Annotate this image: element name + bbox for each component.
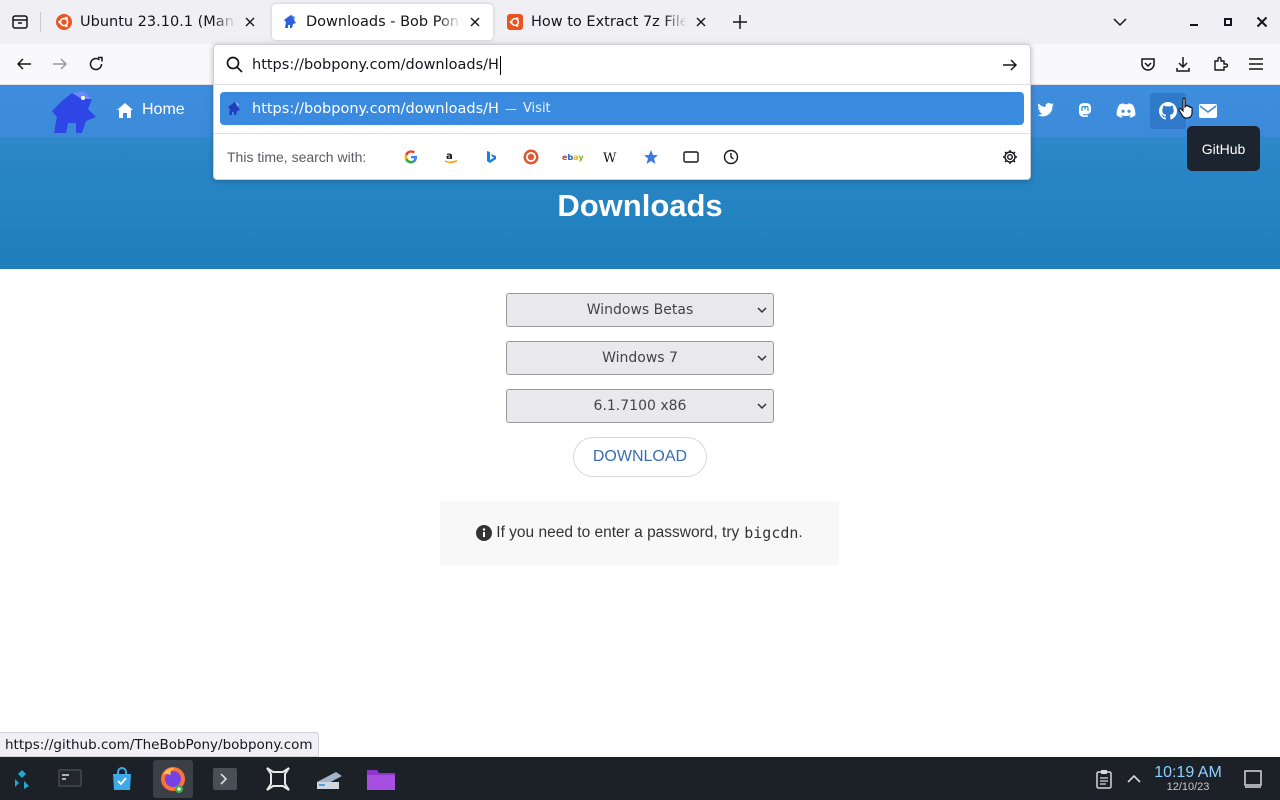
firefox-view-icon[interactable] <box>4 6 36 38</box>
info-text: If you need to enter a password, try <box>496 524 740 541</box>
clock-date[interactable]: 12/10/23 <box>1152 781 1224 793</box>
forward-button[interactable] <box>44 48 76 80</box>
system-tray-expand-icon[interactable] <box>1120 760 1148 798</box>
svg-text:a: a <box>446 151 453 162</box>
chevron-down-icon <box>757 401 767 411</box>
app-launcher-icon[interactable] <box>2 760 42 798</box>
search-engines-bar: This time, search with: a ebay W <box>214 133 1030 179</box>
close-tab-icon[interactable] <box>693 14 709 30</box>
tab-title: Downloads - Bob Pony <box>306 14 461 30</box>
urlbar <box>214 45 1030 85</box>
github-tooltip: GitHub <box>1187 126 1260 171</box>
extensions-icon[interactable] <box>1204 48 1236 80</box>
info-code: bigcdn <box>744 524 799 542</box>
build-select-value: 6.1.7100 x86 <box>593 398 687 414</box>
bing-icon[interactable] <box>482 148 500 166</box>
tab-title: How to Extract 7z Files in Ubuntu <box>531 14 687 30</box>
close-tab-icon[interactable] <box>242 14 258 30</box>
suggestion-url: https://bobpony.com/downloads/H <box>252 100 499 117</box>
tab-strip: Ubuntu 23.10.1 (Mantic Minotaur) Downloa… <box>0 0 1280 44</box>
suggestion-action: Visit <box>522 101 551 116</box>
clipboard-icon[interactable] <box>1087 760 1121 798</box>
search-icon <box>226 56 243 73</box>
category-select-value: Windows Betas <box>586 302 694 318</box>
duckduckgo-icon[interactable] <box>522 148 540 166</box>
list-all-tabs-icon[interactable] <box>1104 6 1136 38</box>
info-icon <box>476 525 493 541</box>
history-icon[interactable] <box>722 148 740 166</box>
nav-home-link[interactable]: Home <box>116 101 185 119</box>
bobpony-icon <box>282 14 298 30</box>
svg-text:W: W <box>603 151 617 164</box>
taskbar: 10:19 AM 12/10/23 <box>0 757 1280 800</box>
reload-button[interactable] <box>80 48 112 80</box>
close-window-icon[interactable] <box>1246 6 1278 38</box>
tab-downloads-bob-pony[interactable]: Downloads - Bob Pony <box>272 4 493 40</box>
terminal-icon[interactable] <box>205 760 245 798</box>
scanner-icon[interactable] <box>309 760 349 798</box>
amazon-icon[interactable]: a <box>442 148 460 166</box>
ebay-icon[interactable]: ebay <box>562 148 584 166</box>
go-arrow-icon[interactable] <box>1002 57 1018 73</box>
back-button[interactable] <box>8 48 40 80</box>
mail-icon[interactable] <box>1199 104 1217 118</box>
wikipedia-icon[interactable]: W <box>602 148 620 166</box>
maximize-icon[interactable] <box>1212 6 1244 38</box>
chevron-down-icon <box>757 305 767 315</box>
google-icon[interactable] <box>402 148 420 166</box>
ubuntu-icon <box>507 14 523 30</box>
password-info: If you need to enter a password, try big… <box>440 501 839 565</box>
ubuntu-icon <box>56 14 72 30</box>
search-settings-gear-icon[interactable] <box>1001 148 1019 166</box>
home-icon <box>116 102 134 119</box>
mouse-pointer-icon <box>1178 97 1196 119</box>
page-title: Downloads <box>557 188 723 223</box>
close-tab-icon[interactable] <box>467 14 483 30</box>
tab-title: Ubuntu 23.10.1 (Mantic Minotaur) <box>80 14 236 30</box>
tab-ubuntu[interactable]: Ubuntu 23.10.1 (Mantic Minotaur) <box>46 4 268 40</box>
screenshot-tool-icon[interactable] <box>258 760 298 798</box>
file-manager-icon[interactable] <box>361 760 401 798</box>
bobpony-logo[interactable] <box>48 87 100 137</box>
svg-text:ebay: ebay <box>562 153 584 162</box>
minimize-icon[interactable] <box>1178 6 1210 38</box>
status-url: https://github.com/TheBobPony/bobpony.co… <box>0 732 319 757</box>
info-end: . <box>798 524 803 541</box>
url-input[interactable] <box>252 53 992 77</box>
clock-time[interactable]: 10:19 AM <box>1152 764 1224 782</box>
suggestion-dash: — <box>504 101 517 116</box>
text-cursor <box>499 56 501 75</box>
bobpony-icon <box>226 101 242 117</box>
system-monitor-icon[interactable] <box>50 760 90 798</box>
version-select[interactable]: Windows 7 <box>506 341 774 375</box>
twitter-icon[interactable] <box>1037 102 1055 118</box>
new-tab-icon[interactable] <box>724 6 756 38</box>
tabs-icon[interactable] <box>682 148 700 166</box>
search-with-label: This time, search with: <box>227 149 367 165</box>
firefox-taskbar-icon[interactable] <box>153 760 193 798</box>
url-suggestion[interactable]: https://bobpony.com/downloads/H — Visit <box>220 92 1024 125</box>
version-select-value: Windows 7 <box>602 350 678 366</box>
discord-icon[interactable] <box>1116 103 1136 118</box>
chevron-down-icon <box>757 353 767 363</box>
category-select[interactable]: Windows Betas <box>506 293 774 327</box>
download-button[interactable]: DOWNLOAD <box>573 437 707 477</box>
discover-store-icon[interactable] <box>102 760 142 798</box>
pocket-icon[interactable] <box>1132 48 1164 80</box>
app-menu-icon[interactable] <box>1240 48 1272 80</box>
urlbar-popup: https://bobpony.com/downloads/H — Visit … <box>213 44 1031 180</box>
downloads-icon[interactable] <box>1167 48 1199 80</box>
build-select[interactable]: 6.1.7100 x86 <box>506 389 774 423</box>
tab-extract-7z[interactable]: How to Extract 7z Files in Ubuntu <box>497 4 719 40</box>
show-desktop-icon[interactable] <box>1236 760 1270 798</box>
mastodon-icon[interactable] <box>1077 102 1093 119</box>
bookmarks-star-icon[interactable] <box>642 148 660 166</box>
nav-home-label: Home <box>142 101 185 118</box>
